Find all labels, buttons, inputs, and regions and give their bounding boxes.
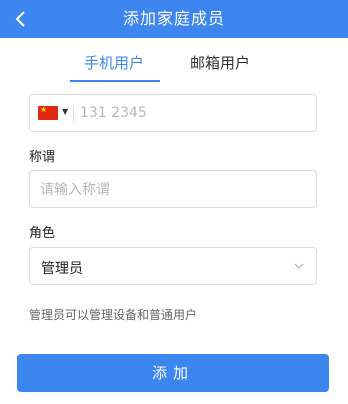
phone-number-value[interactable]: 131 2345	[80, 105, 147, 121]
divider	[73, 105, 74, 123]
tab-phone-user[interactable]: 手机用户	[84, 52, 144, 73]
role-helper-text: 管理员可以管理设备和普通用户	[29, 308, 198, 322]
nickname-field-box[interactable]	[29, 170, 317, 208]
add-member-button[interactable]: 添加	[17, 354, 329, 392]
caret-down-icon[interactable]: ▼	[62, 107, 68, 116]
cn-flag-icon[interactable]: ★	[38, 105, 58, 120]
tab-email-user[interactable]: 邮箱用户	[190, 52, 250, 73]
page-title: 添加家庭成员	[122, 9, 225, 28]
role-select[interactable]: 管理员	[29, 247, 317, 285]
top-navbar: 添加家庭成员	[0, 0, 348, 38]
role-selected-value: 管理员	[41, 261, 83, 277]
phone-field[interactable]: ★ ▼ 131 2345	[29, 94, 317, 132]
chevron-down-icon	[294, 263, 304, 269]
flag-star-icon: ★	[40, 105, 48, 114]
user-type-tabs: 手机用户 邮箱用户	[0, 38, 348, 88]
role-label: 角色	[29, 226, 56, 241]
nickname-input[interactable]	[40, 180, 300, 200]
nickname-label: 称谓	[29, 150, 56, 165]
active-tab-indicator	[70, 80, 160, 82]
